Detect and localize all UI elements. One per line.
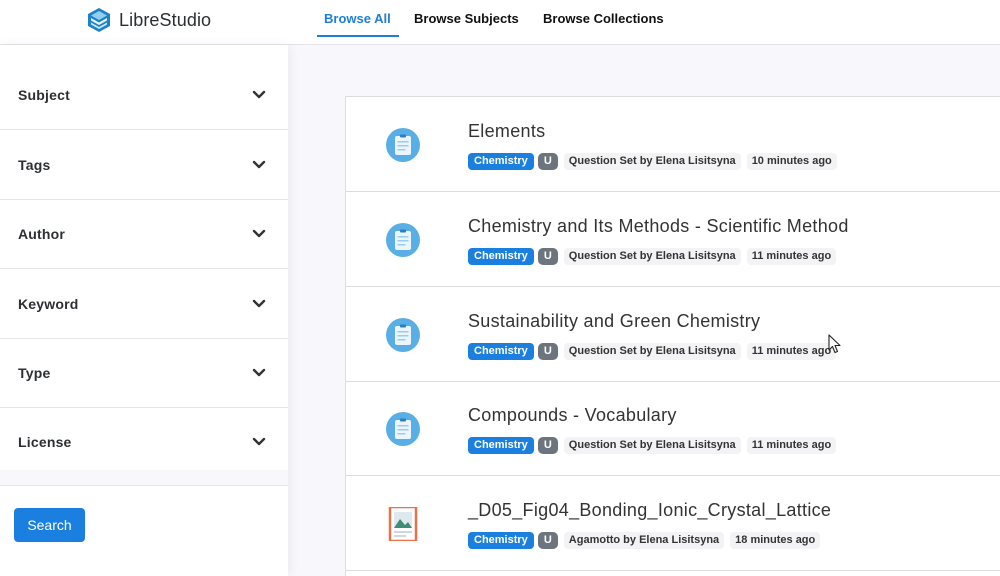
- filter-type[interactable]: Type: [0, 339, 288, 408]
- tab-browse-collections[interactable]: Browse Collections: [543, 11, 664, 37]
- resource-meta: Chemistry U Question Set by Elena Lisits…: [468, 436, 837, 454]
- list-item[interactable]: Chemistry and Its Methods - Scientific M…: [346, 192, 1000, 287]
- top-navbar: LibreStudio Browse All Browse Subjects B…: [0, 0, 1000, 45]
- resource-meta: Chemistry U Agamotto by Elena Lisitsyna …: [468, 531, 821, 549]
- filter-label: Tags: [18, 157, 51, 173]
- resource-meta: Chemistry U Question Set by Elena Lisits…: [468, 247, 837, 265]
- filter-license[interactable]: License: [0, 408, 288, 477]
- tab-browse-subjects[interactable]: Browse Subjects: [414, 11, 519, 37]
- filter-label: Author: [18, 226, 66, 242]
- timestamp: 18 minutes ago: [730, 531, 821, 549]
- resource-title[interactable]: Chemistry and Its Methods - Scientific M…: [468, 216, 849, 237]
- list-item[interactable]: _D05_Fig04_Bonding_Ionic_Crystal_Lattice…: [346, 476, 1000, 571]
- filter-subject[interactable]: Subject: [0, 61, 288, 130]
- author-byline: Question Set by Elena Lisitsyna: [563, 342, 741, 360]
- chevron-down-icon[interactable]: [252, 160, 266, 170]
- list-item[interactable]: Sustainability and Green Chemistry Chemi…: [346, 287, 1000, 382]
- filter-label: Subject: [18, 87, 70, 103]
- resource-title[interactable]: Elements: [468, 121, 545, 142]
- license-badge: U: [537, 531, 558, 549]
- filter-label: Type: [18, 365, 51, 381]
- subject-badge[interactable]: Chemistry: [468, 247, 534, 265]
- resource-title[interactable]: Compounds - Vocabulary: [468, 405, 677, 426]
- chevron-down-icon[interactable]: [252, 437, 266, 447]
- timestamp: 11 minutes ago: [746, 342, 837, 360]
- license-badge: U: [537, 152, 558, 170]
- filter-keyword[interactable]: Keyword: [0, 270, 288, 339]
- author-byline: Question Set by Elena Lisitsyna: [563, 152, 741, 170]
- chevron-down-icon[interactable]: [252, 90, 266, 100]
- list-item[interactable]: Elements Chemistry U Question Set by Ele…: [346, 97, 1000, 192]
- author-byline: Question Set by Elena Lisitsyna: [563, 436, 741, 454]
- subject-badge[interactable]: Chemistry: [468, 152, 534, 170]
- mouse-cursor-icon: [828, 334, 841, 354]
- results-list: Elements Chemistry U Question Set by Ele…: [345, 96, 1000, 576]
- filter-tags[interactable]: Tags: [0, 131, 288, 200]
- timestamp: 10 minutes ago: [746, 152, 837, 170]
- resource-title[interactable]: Sustainability and Green Chemistry: [468, 311, 760, 332]
- question-set-icon: [386, 128, 420, 162]
- subject-badge[interactable]: Chemistry: [468, 531, 534, 549]
- author-byline: Agamotto by Elena Lisitsyna: [563, 531, 725, 549]
- resource-meta: Chemistry U Question Set by Elena Lisits…: [468, 342, 837, 360]
- license-badge: U: [537, 342, 558, 360]
- tab-browse-all[interactable]: Browse All: [324, 11, 391, 37]
- librestudio-logo-icon: [88, 8, 110, 32]
- timestamp: 11 minutes ago: [746, 247, 837, 265]
- list-item[interactable]: Compounds - Vocabulary Chemistry U Quest…: [346, 381, 1000, 476]
- subject-badge[interactable]: Chemistry: [468, 342, 534, 360]
- chevron-down-icon[interactable]: [252, 368, 266, 378]
- resource-title[interactable]: _D05_Fig04_Bonding_Ionic_Crystal_Lattice: [468, 500, 831, 521]
- chevron-down-icon[interactable]: [252, 299, 266, 309]
- question-set-icon: [386, 318, 420, 352]
- resource-meta: Chemistry U Question Set by Elena Lisits…: [468, 152, 837, 170]
- filter-author[interactable]: Author: [0, 200, 288, 269]
- author-byline: Question Set by Elena Lisitsyna: [563, 247, 741, 265]
- filter-sidebar: Subject Tags Author Keyword Type License…: [0, 45, 288, 576]
- chevron-down-icon[interactable]: [252, 229, 266, 239]
- active-tab-indicator: [317, 35, 399, 37]
- timestamp: 11 minutes ago: [746, 436, 837, 454]
- image-file-icon: [388, 507, 418, 541]
- filter-label: Keyword: [18, 296, 79, 312]
- filter-label: License: [18, 434, 72, 450]
- question-set-icon: [386, 223, 420, 257]
- subject-badge[interactable]: Chemistry: [468, 436, 534, 454]
- question-set-icon: [386, 412, 420, 446]
- search-panel: Search: [0, 485, 288, 565]
- brand[interactable]: LibreStudio: [88, 7, 211, 33]
- license-badge: U: [537, 247, 558, 265]
- license-badge: U: [537, 436, 558, 454]
- search-button[interactable]: Search: [14, 508, 85, 542]
- sidebar-divider: [0, 470, 288, 485]
- app-name: LibreStudio: [119, 9, 212, 30]
